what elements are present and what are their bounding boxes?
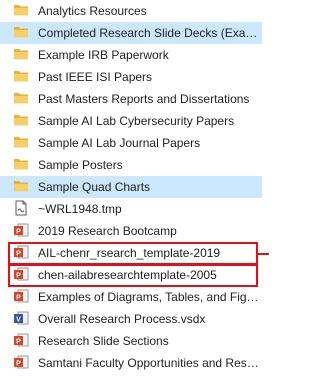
svg-text:P: P [16,338,21,345]
list-item-label: Sample AI Lab Cybersecurity Papers [38,114,235,128]
powerpoint-file-icon: P [13,288,29,304]
list-item-chen-ailabresearchtemplate-2005[interactable]: P chen-ailabresearchtemplate-2005 [0,264,262,286]
svg-text:P: P [16,360,21,367]
list-item-label: Analytics Resources [38,4,147,18]
list-item-sample-quad-charts[interactable]: Sample Quad Charts [0,176,262,198]
svg-text:P: P [16,294,21,301]
list-item-label: AIL-chenr_rsearch_template-2019 [38,246,221,260]
list-item-label: Overall Research Process.vsdx [38,312,206,326]
powerpoint-file-icon: P [13,266,29,282]
list-item-label: Sample Posters [38,158,123,172]
powerpoint-file-icon: P [13,244,29,260]
list-item-label: Sample AI Lab Journal Papers [38,136,201,150]
list-item-past-masters-reports[interactable]: Past Masters Reports and Dissertations [0,88,262,110]
list-item-label: Example IRB Paperwork [38,48,169,62]
svg-text:V: V [16,316,21,323]
list-item-ail-chenr-rsearch-template-2019[interactable]: P AIL-chenr_rsearch_template-2019 [0,242,262,264]
folder-icon [13,156,29,172]
list-item-2019-research-bootcamp[interactable]: P 2019 Research Bootcamp [0,220,262,242]
list-item-sample-ai-lab-journal-papers[interactable]: Sample AI Lab Journal Papers [0,132,262,154]
list-item-sample-ai-lab-cybersecurity-papers[interactable]: Sample AI Lab Cybersecurity Papers [0,110,262,132]
list-item-label: Research Slide Sections [38,334,169,348]
svg-text:P: P [16,228,21,235]
list-item-sample-posters[interactable]: Sample Posters [0,154,262,176]
list-item-examples-of-diagrams[interactable]: P Examples of Diagrams, Tables, and Figu… [0,286,262,308]
list-item-research-slide-sections[interactable]: P Research Slide Sections [0,330,262,352]
list-item-wrl1948-tmp[interactable]: ~WRL1948.tmp [0,198,262,220]
folder-icon [13,68,29,84]
folder-icon [13,178,29,194]
list-item-label: ~WRL1948.tmp [38,202,122,216]
tmp-file-icon [13,200,29,216]
list-item-past-ieee-isi-papers[interactable]: Past IEEE ISI Papers [0,66,262,88]
folder-icon [13,24,29,40]
list-item-overall-research-process[interactable]: V Overall Research Process.vsdx [0,308,262,330]
list-item-analytics-resources[interactable]: Analytics Resources [0,0,262,22]
list-item-label: Past Masters Reports and Dissertations [38,92,250,106]
list-item-label: Examples of Diagrams, Tables, and Figure… [38,290,262,304]
list-item-label: Completed Research Slide Decks (Examp... [38,26,262,40]
folder-icon [13,46,29,62]
list-item-label: chen-ailabresearchtemplate-2005 [38,268,217,282]
svg-text:P: P [16,272,21,279]
powerpoint-file-icon: P [13,332,29,348]
folder-icon [13,90,29,106]
svg-text:P: P [16,250,21,257]
list-item-example-irb-paperwork[interactable]: Example IRB Paperwork [0,44,262,66]
list-item-label: Samtani Faculty Opportunities and Resou.… [38,356,262,370]
list-item-label: Past IEEE ISI Papers [38,70,153,84]
list-item-label: Sample Quad Charts [38,180,151,194]
list-item-samtani-faculty-opportunities[interactable]: P Samtani Faculty Opportunities and Reso… [0,352,262,374]
folder-icon [13,134,29,150]
folder-icon [13,112,29,128]
folder-icon [13,2,29,18]
powerpoint-file-icon: P [13,222,29,238]
powerpoint-file-icon: P [13,354,29,370]
list-item-label: 2019 Research Bootcamp [38,224,177,238]
list-item-completed-research-slide-decks[interactable]: Completed Research Slide Decks (Examp... [0,22,262,44]
visio-file-icon: V [13,310,29,326]
